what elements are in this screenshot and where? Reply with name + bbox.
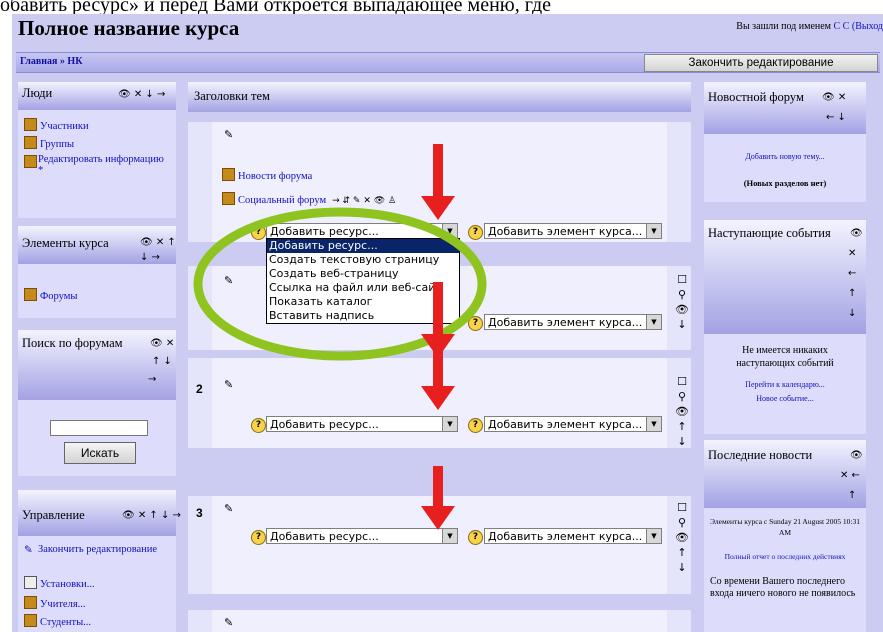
red-arrows: [421, 144, 455, 530]
red-arrow-down-icon: [421, 466, 455, 530]
red-arrow-down-icon: [421, 282, 455, 358]
red-arrow-down-icon: [421, 348, 455, 410]
annotation-overlay: [193, 144, 487, 530]
red-arrow-down-icon: [421, 144, 455, 220]
